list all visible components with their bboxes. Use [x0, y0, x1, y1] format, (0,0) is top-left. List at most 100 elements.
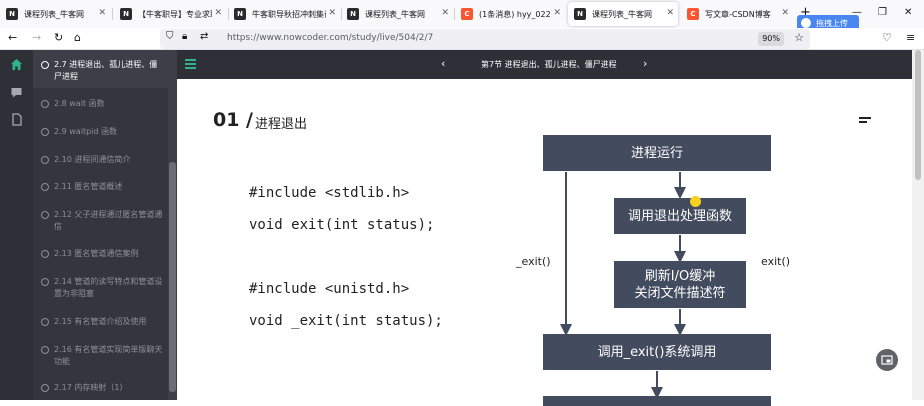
browser-nav-bar: ← → ↻ ⌂ ⛉ 🔒︎ ⇄ https://www.nowcoder.com/… — [0, 28, 924, 50]
sidebar-item-label: 2.12 父子进程通过匿名管道通信 — [54, 210, 163, 231]
chat-icon[interactable] — [10, 86, 23, 99]
sidebar-item-2-17[interactable]: 2.17 内存映射（1） — [33, 382, 168, 394]
sidebar-item-label: 2.14 管道的读写特点和管道设置为非阻塞 — [54, 277, 163, 298]
flow-box-exit-handlers: 调用退出处理函数 — [614, 198, 746, 234]
sidebar-item-2-9[interactable]: 2.9 waitpid 函数 — [33, 126, 168, 138]
progress-circle-icon — [41, 128, 49, 136]
csdn-icon: C — [687, 8, 699, 20]
browser-tab[interactable]: C (1条消息) hyy_0224的博客 ✕ — [455, 2, 565, 26]
video-slide[interactable]: 01 / 进程退出 #include <stdlib.h> void exit(… — [177, 79, 912, 406]
nowcoder-icon: N — [6, 8, 18, 20]
sidebar-item-label: 2.10 进程间通信简介 — [54, 155, 131, 164]
sidebar-item-label: 2.9 waitpid 函数 — [54, 127, 117, 136]
next-lesson-button[interactable]: › — [643, 57, 647, 70]
flow-box-process-running: 进程运行 — [543, 135, 771, 171]
sidebar-item-2-14[interactable]: 2.14 管道的读写特点和管道设置为非阻塞 — [33, 276, 168, 300]
progress-circle-icon — [41, 156, 49, 164]
progress-circle-icon — [41, 318, 49, 326]
lock-icon[interactable]: 🔒︎ — [182, 31, 187, 42]
course-sidebar: 2.7 进程退出、孤儿进程、僵尸进程 2.8 wait 函数 2.9 waitp… — [33, 50, 168, 400]
page-scrollbar[interactable] — [912, 50, 924, 400]
lesson-title: 第7节 进程退出、孤儿进程、僵尸进程 — [481, 60, 617, 69]
picture-in-picture-button[interactable] — [876, 349, 898, 371]
browser-tab[interactable]: C 写文章-CSDN博客 ✕ — [681, 2, 793, 26]
sidebar-item-label: 2.11 匿名管道概述 — [54, 182, 123, 191]
tab-title: (1条消息) hyy_0224的博客 — [479, 9, 551, 19]
flow-box-flush-io: 刷新I/O缓冲 关闭文件描述符 — [614, 261, 746, 308]
zoom-level-badge[interactable]: 90% — [758, 32, 784, 46]
shield-icon[interactable]: ⛉ — [166, 31, 174, 42]
nowcoder-icon: N — [347, 8, 359, 20]
sidebar-item-2-15[interactable]: 2.15 有名管道介绍及使用 — [33, 316, 168, 328]
close-icon[interactable]: ✕ — [781, 8, 789, 18]
sidebar-item-2-12[interactable]: 2.12 父子进程通过匿名管道通信 — [33, 209, 168, 233]
app-menu-icon[interactable]: ≡ — [906, 31, 915, 44]
document-icon[interactable] — [10, 113, 23, 126]
permissions-icon[interactable]: ⇄ — [200, 31, 208, 42]
browser-tab[interactable]: N 【牛客职导】专业求职辅导 ✕ — [114, 2, 226, 26]
progress-circle-icon — [41, 250, 49, 258]
flow-label-underscore-exit: _exit() — [516, 255, 551, 268]
tab-title: 课程列表_牛客网 — [592, 9, 652, 19]
close-icon[interactable]: ✕ — [553, 8, 561, 18]
progress-circle-icon — [41, 384, 49, 392]
tab-title: 课程列表_牛客网 — [24, 9, 84, 19]
sidebar-item-2-16[interactable]: 2.16 有名管道实现简单版聊天功能 — [33, 344, 168, 368]
player-header: ‹ 第7节 进程退出、孤儿进程、僵尸进程 › — [177, 50, 912, 79]
left-rail — [0, 50, 33, 400]
restore-icon[interactable]: ❐ — [878, 7, 887, 18]
flow-box-next — [543, 396, 771, 406]
close-icon[interactable]: ✕ — [666, 8, 674, 18]
browser-tab[interactable]: N 牛客职导秋招冲刺集训营 ✕ — [228, 2, 340, 26]
url-text[interactable]: https://www.nowcoder.com/study/live/504/… — [227, 33, 433, 43]
close-icon[interactable]: ✕ — [441, 8, 449, 18]
nowcoder-icon: N — [234, 8, 246, 20]
hamburger-menu-icon[interactable] — [185, 59, 196, 69]
pip-icon — [881, 355, 893, 365]
sidebar-item-label: 2.8 wait 函数 — [54, 99, 105, 108]
close-icon[interactable]: ✕ — [214, 8, 222, 18]
cloud-icon — [801, 18, 811, 28]
sidebar-scrollbar-thumb[interactable] — [169, 162, 176, 392]
sidebar-item-2-10[interactable]: 2.10 进程间通信简介 — [33, 154, 168, 166]
sidebar-item-label: 2.15 有名管道介绍及使用 — [54, 317, 147, 326]
close-icon[interactable]: ✕ — [328, 8, 336, 18]
browser-tab-bar: N 课程列表_牛客网 ✕ N 【牛客职导】专业求职辅导 ✕ N 牛客职导秋招冲刺… — [0, 0, 924, 28]
forward-arrow-icon[interactable]: → — [32, 31, 41, 44]
nowcoder-icon: N — [120, 8, 132, 20]
sidebar-item-2-8[interactable]: 2.8 wait 函数 — [33, 98, 168, 110]
progress-circle-icon — [41, 211, 49, 219]
flow-box-syscall: 调用_exit()系统调用 — [543, 334, 771, 370]
bookmark-star-icon[interactable]: ☆ — [794, 31, 804, 44]
pocket-icon[interactable]: ♡ — [882, 31, 892, 44]
address-bar[interactable]: ⛉ 🔒︎ ⇄ https://www.nowcoder.com/study/li… — [160, 29, 810, 49]
browser-tab[interactable]: N 课程列表_牛客网 ✕ — [0, 2, 110, 26]
nowcoder-icon: N — [574, 8, 586, 20]
window-close-icon[interactable]: ✕ — [904, 7, 912, 18]
csdn-icon: C — [461, 8, 473, 20]
sidebar-item-label: 2.16 有名管道实现简单版聊天功能 — [54, 345, 163, 366]
home-icon[interactable]: ⌂ — [74, 31, 81, 44]
home-icon[interactable] — [10, 58, 23, 71]
progress-circle-icon — [41, 61, 49, 69]
back-arrow-icon[interactable]: ← — [8, 31, 17, 44]
sidebar-item-2-13[interactable]: 2.13 匿名管道通信案例 — [33, 248, 168, 260]
screenshot-upload-label: 拖拽上传 — [816, 18, 848, 28]
progress-circle-icon — [41, 100, 49, 108]
sidebar-item-2-7[interactable]: 2.7 进程退出、孤儿进程、僵尸进程 — [33, 59, 168, 83]
browser-tab-active[interactable]: N 课程列表_牛客网 ✕ — [568, 2, 678, 26]
sidebar-item-label: 2.17 内存映射（1） — [54, 383, 128, 392]
prev-lesson-button[interactable]: ‹ — [441, 57, 445, 70]
browser-tab[interactable]: N 课程列表_牛客网 ✕ — [341, 2, 453, 26]
mouse-cursor-highlight — [690, 196, 701, 207]
tab-title: 写文章-CSDN博客 — [705, 9, 771, 19]
sidebar-item-label: 2.13 匿名管道通信案例 — [54, 249, 139, 258]
sidebar-scrollbar[interactable] — [168, 50, 177, 400]
close-icon[interactable]: ✕ — [98, 8, 106, 18]
page-scrollbar-thumb[interactable] — [915, 50, 921, 180]
reload-icon[interactable]: ↻ — [54, 31, 63, 44]
tab-title: 【牛客职导】专业求职辅导 — [138, 9, 212, 19]
sidebar-item-label: 2.7 进程退出、孤儿进程、僵尸进程 — [54, 60, 158, 81]
sidebar-item-2-11[interactable]: 2.11 匿名管道概述 — [33, 181, 168, 193]
flow-label-exit: exit() — [761, 255, 791, 268]
